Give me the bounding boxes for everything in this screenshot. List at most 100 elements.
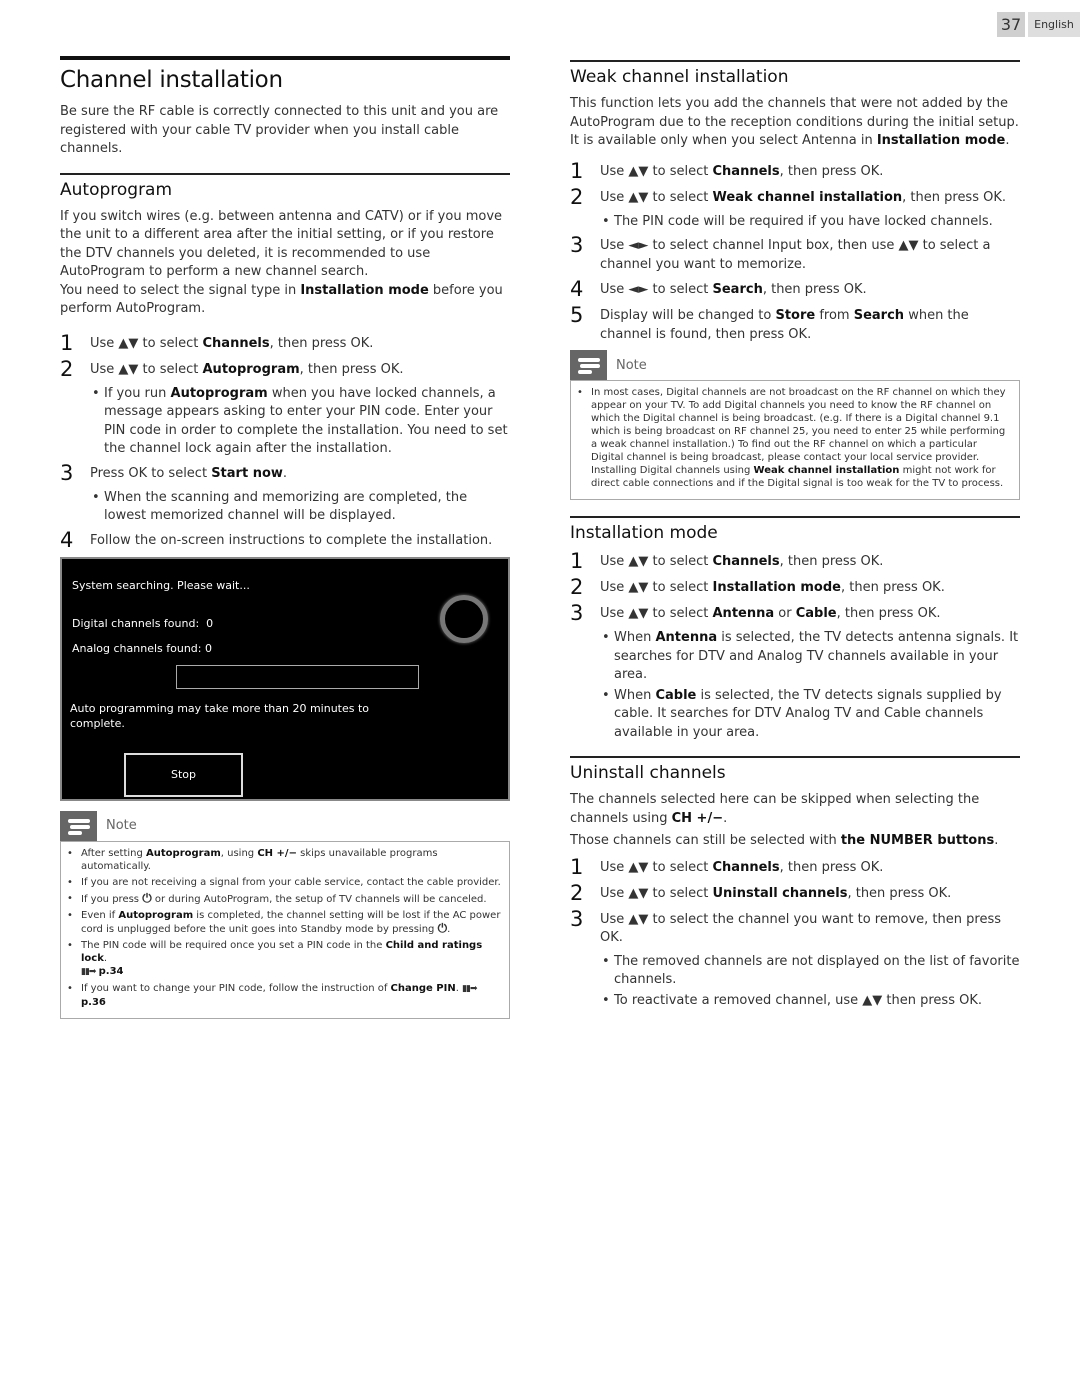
search-status: System searching. Please wait... <box>72 578 250 592</box>
step-number: 2 <box>570 880 584 905</box>
step-2: 2 Use ▲▼ to select Uninstall channels, th… <box>570 880 1020 905</box>
installation-mode-heading: Installation mode <box>570 523 718 543</box>
step-text: Use ▲▼ to select Channels, then press OK… <box>600 551 1020 572</box>
text: Those channels can still be selected wit… <box>570 833 841 848</box>
step-text: Use ▲▼ to select Uninstall channels, the… <box>600 883 1020 904</box>
text: Use ▲▼ to select <box>600 189 713 205</box>
text: Use ◄► to select <box>600 282 713 297</box>
step-text: Use ▲▼ to select Installation mode, then… <box>600 577 1020 598</box>
value: 0 <box>205 641 212 655</box>
text: . <box>1005 133 1010 148</box>
text: When <box>614 630 656 645</box>
text: In most cases, Digital channels are not … <box>591 387 1006 463</box>
text: The channels selected here can be skippe… <box>570 792 980 826</box>
text: from <box>815 308 854 323</box>
intro-text: Be sure the RF cable is correctly connec… <box>60 104 499 156</box>
text: , using <box>220 847 258 859</box>
text: You need to select the signal type in <box>60 282 301 298</box>
text: . <box>994 833 999 848</box>
step-text: Use ◄► to select channel Input box, then… <box>600 238 991 272</box>
uninstall-para2: Those channels can still be selected wit… <box>570 832 1020 851</box>
search-progress-bar <box>176 664 419 689</box>
note-box: In most cases, Digital channels are not … <box>570 380 1020 500</box>
step-number: 3 <box>60 460 74 485</box>
page-number: 37 <box>997 12 1025 37</box>
text: Use ▲▼ to select <box>600 580 713 595</box>
note-label: Note <box>616 357 647 373</box>
power-icon: ⏻ <box>437 920 448 935</box>
menu-term: Weak channel installation <box>753 465 900 476</box>
text: or <box>774 606 796 621</box>
stop-button[interactable]: Stop <box>124 752 243 797</box>
weak-channel-heading: Weak channel installation <box>570 67 789 87</box>
text: . <box>455 982 459 994</box>
menu-term: Antenna <box>712 606 775 621</box>
text: Press OK to select <box>90 465 212 481</box>
step-number: 2 <box>60 356 74 381</box>
installation-mode-steps: 1 Use ▲▼ to select Channels, then press O… <box>570 551 1020 742</box>
autoprogram-heading: Autoprogram <box>60 179 173 200</box>
text: Use ▲▼ to select <box>600 606 713 621</box>
uninstall-steps: 1 Use ▲▼ to select Channels, then press O… <box>570 856 1020 1011</box>
autoprogram-para2: You need to select the signal type in In… <box>60 282 510 319</box>
text: After setting <box>81 847 147 859</box>
text: Use ▲▼ to select <box>600 885 713 901</box>
bullet: When Antenna is selected, the TV detects… <box>600 629 1020 685</box>
step-number: 3 <box>570 233 584 257</box>
text: If you run <box>104 385 171 401</box>
menu-term: Autoprogram <box>202 361 300 377</box>
text: , then press OK. <box>847 885 952 901</box>
note-icon <box>570 350 607 380</box>
step-number: 1 <box>60 330 74 355</box>
text: or during AutoProgram, the setup of TV c… <box>151 893 487 905</box>
text: , then press OK. <box>269 335 374 351</box>
menu-term: Uninstall channels <box>712 885 848 901</box>
autoprogram-para1: If you switch wires (e.g. between antenn… <box>60 208 503 280</box>
note-item: In most cases, Digital channels are not … <box>575 386 1011 490</box>
step-text: Use ▲▼ to select Channels, then press OK… <box>600 161 1020 182</box>
right-column: Weak channel installation This function … <box>570 60 1020 1014</box>
step-text: Use ▲▼ to select Channels, then press OK… <box>90 333 510 354</box>
uninstall-channels-heading: Uninstall channels <box>570 763 726 783</box>
analog-channels-found: Analog channels found: 0 <box>72 642 212 655</box>
power-icon: ⏻ <box>142 890 152 905</box>
text: Use ▲▼ to select <box>600 554 713 569</box>
bullet: If you run Autoprogram when you have loc… <box>90 385 510 459</box>
section-rule <box>60 172 510 175</box>
text: The PIN code will be required once you s… <box>81 939 386 951</box>
text: . <box>723 810 728 826</box>
note-item: If you are not receiving a signal from y… <box>65 876 501 889</box>
text: Display will be changed to <box>600 308 776 323</box>
step-number: 5 <box>570 303 584 327</box>
text: Use ▲▼ to select <box>600 859 713 875</box>
value: 0 <box>206 616 214 630</box>
step-5: 5 Display will be changed to Store from S… <box>570 305 1020 344</box>
step-3: 3 Press OK to select Start now. <box>60 460 510 485</box>
step-number: 1 <box>570 549 584 573</box>
menu-term: Search <box>853 308 905 323</box>
loading-spinner-icon <box>440 594 488 643</box>
autoprogram-steps: 1 Use ▲▼ to select Channels, then press … <box>60 330 510 551</box>
step-text: Press OK to select Start now. <box>90 463 510 484</box>
page-ref-link[interactable]: p.34 <box>99 966 124 977</box>
text: , then press OK. <box>762 282 867 297</box>
title-rule <box>60 56 510 60</box>
note-item: If you press ⏻ or during AutoProgram, th… <box>65 890 501 906</box>
page-ref-arrow-icon: ▮▮➡ <box>81 966 96 977</box>
text: . <box>447 923 451 935</box>
step-number: 3 <box>570 906 584 931</box>
step-text: Use ▲▼ to select Autoprogram, then press… <box>90 359 510 380</box>
text: , then press OK. <box>299 361 404 377</box>
step-3: 3 Use ▲▼ to select Antenna or Cable, then… <box>570 603 1020 624</box>
step-4: 4 Use ◄► to select Search, then press OK. <box>570 279 1020 300</box>
menu-term: Autoprogram <box>170 385 268 401</box>
weak-channel-intro: This function lets you add the channels … <box>570 95 1020 151</box>
step-3-bullets: When Antenna is selected, the TV detects… <box>600 629 1020 742</box>
step-text: Use ▲▼ to select Channels, then press OK… <box>600 857 1020 878</box>
text: , then press OK. <box>836 606 941 621</box>
page-ref-link[interactable]: p.36 <box>81 997 106 1008</box>
menu-term: Search <box>712 282 763 297</box>
menu-term: Channels <box>202 335 270 351</box>
text: Installing Digital channels using <box>591 465 754 476</box>
text: When <box>614 687 656 703</box>
